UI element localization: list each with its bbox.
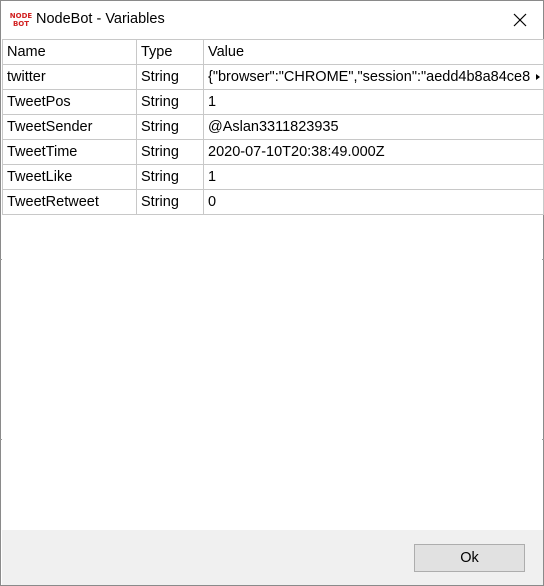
- table-row[interactable]: TweetPos String 1: [2, 89, 544, 115]
- cell-value[interactable]: 1: [203, 89, 544, 115]
- cell-value[interactable]: 0: [203, 189, 544, 215]
- column-header-name[interactable]: Name: [2, 39, 137, 65]
- app-icon-line-2: BOT: [12, 20, 30, 28]
- cell-name[interactable]: TweetSender: [2, 114, 137, 140]
- cell-value[interactable]: @Aslan3311823935: [203, 114, 544, 140]
- overflow-arrow-icon: [536, 74, 540, 80]
- cell-type[interactable]: String: [136, 164, 204, 190]
- cell-name[interactable]: TweetPos: [2, 89, 137, 115]
- cell-value[interactable]: {"browser":"CHROME","session":"aedd4b8a8…: [203, 64, 544, 90]
- window-edge-mark: [0, 259, 2, 260]
- title-bar[interactable]: NODE BOT NodeBot - Variables: [1, 1, 543, 39]
- variables-grid[interactable]: Name Type Value twitter String {"browser…: [2, 39, 544, 530]
- column-header-value[interactable]: Value: [203, 39, 544, 65]
- cell-name[interactable]: TweetRetweet: [2, 189, 137, 215]
- column-header-type[interactable]: Type: [136, 39, 204, 65]
- variables-dialog: NODE BOT NodeBot - Variables Name Type V…: [0, 0, 544, 586]
- cell-value[interactable]: 1: [203, 164, 544, 190]
- ok-button[interactable]: Ok: [414, 544, 525, 572]
- window-title: NodeBot - Variables: [36, 11, 165, 27]
- cell-type[interactable]: String: [136, 89, 204, 115]
- table-row[interactable]: TweetLike String 1: [2, 164, 544, 190]
- close-icon: [513, 13, 527, 27]
- cell-value-text: {"browser":"CHROME","session":"aedd4b8a8…: [208, 69, 531, 85]
- dialog-footer: Ok: [2, 530, 543, 585]
- cell-name[interactable]: TweetLike: [2, 164, 137, 190]
- app-icon-line-1: NODE: [9, 12, 33, 20]
- table-row[interactable]: TweetTime String 2020-07-10T20:38:49.000…: [2, 139, 544, 165]
- window-edge-mark: [0, 439, 2, 440]
- cell-type[interactable]: String: [136, 189, 204, 215]
- variables-table: Name Type Value twitter String {"browser…: [2, 39, 544, 215]
- close-button[interactable]: [497, 1, 543, 39]
- table-row[interactable]: TweetSender String @Aslan3311823935: [2, 114, 544, 140]
- cell-type[interactable]: String: [136, 114, 204, 140]
- table-row[interactable]: TweetRetweet String 0: [2, 189, 544, 215]
- cell-type[interactable]: String: [136, 64, 204, 90]
- cell-type[interactable]: String: [136, 139, 204, 165]
- header-row: Name Type Value: [2, 39, 544, 65]
- nodebot-logo-icon: NODE BOT: [10, 10, 32, 30]
- cell-name[interactable]: twitter: [2, 64, 137, 90]
- cell-value[interactable]: 2020-07-10T20:38:49.000Z: [203, 139, 544, 165]
- table-row[interactable]: twitter String {"browser":"CHROME","sess…: [2, 64, 544, 90]
- cell-name[interactable]: TweetTime: [2, 139, 137, 165]
